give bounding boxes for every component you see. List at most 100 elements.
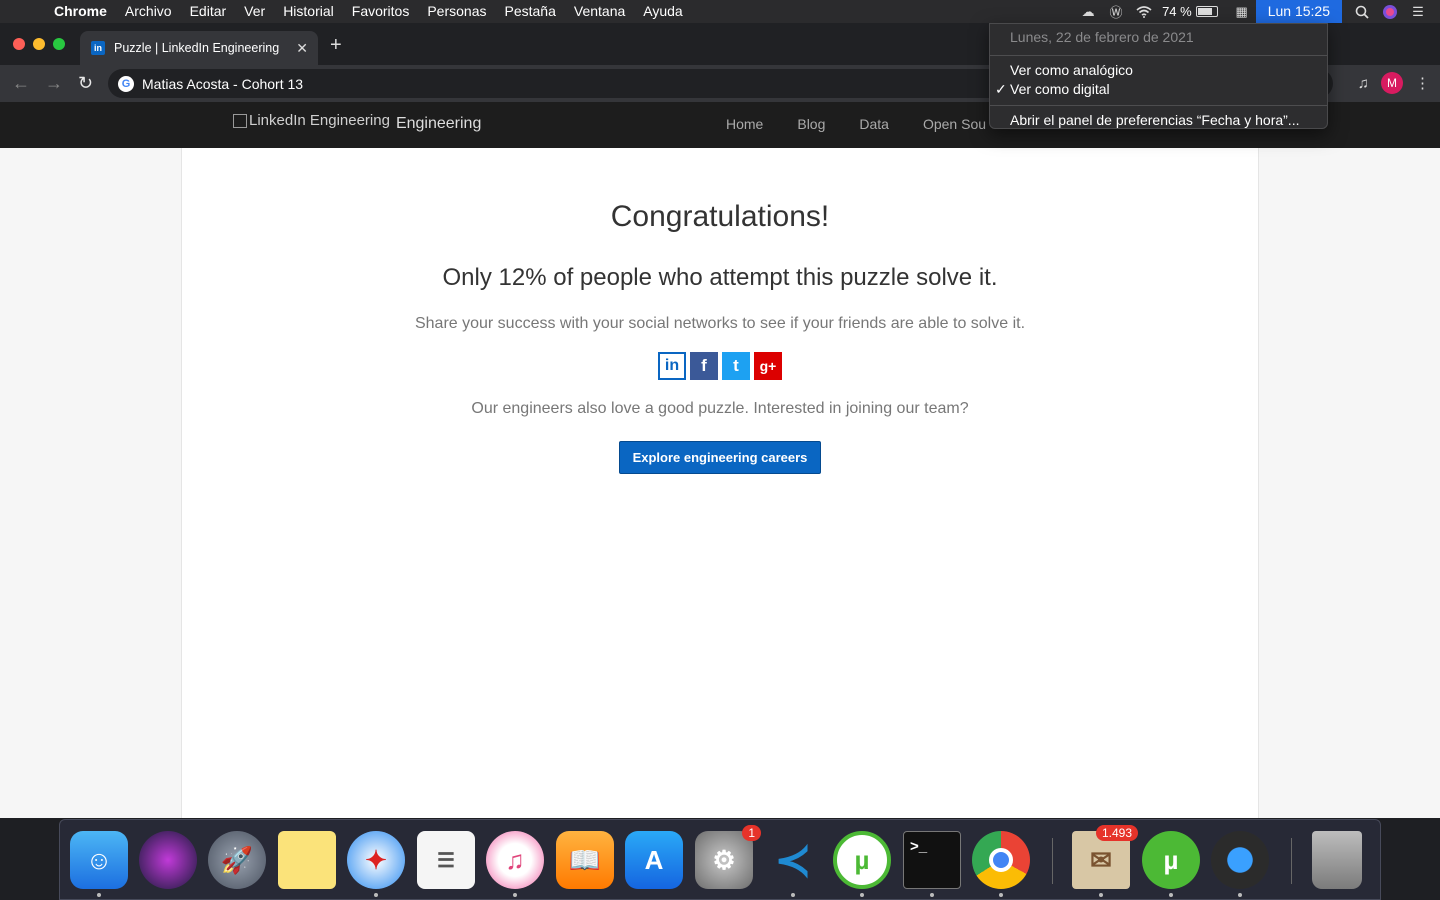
google-icon: G: [118, 75, 134, 92]
share-prompt: Share your success with your social netw…: [414, 315, 1026, 332]
menu-favoritos[interactable]: Favoritos: [343, 0, 419, 23]
nav-blog[interactable]: Blog: [797, 116, 825, 132]
terminal-icon[interactable]: >_: [903, 831, 961, 889]
menu-ventana[interactable]: Ventana: [565, 0, 634, 23]
keyboard-viewer-icon[interactable]: ▦: [1228, 0, 1256, 23]
wifi-icon[interactable]: [1130, 0, 1158, 23]
battery-icon[interactable]: [1195, 6, 1218, 17]
clock-dropdown-menu: Lunes, 22 de febrero de 2021 Ver como an…: [989, 23, 1328, 129]
notes-icon[interactable]: [278, 831, 336, 889]
nav-home[interactable]: Home: [726, 116, 763, 132]
running-indicator: [374, 893, 378, 897]
creative-cloud-icon[interactable]: ☁: [1074, 0, 1102, 23]
running-indicator: [791, 893, 795, 897]
finder-icon[interactable]: ☺: [70, 831, 128, 889]
menu-separator: [990, 105, 1327, 106]
tab-title: Puzzle | LinkedIn Engineering: [114, 41, 280, 55]
menu-editar[interactable]: Editar: [181, 0, 236, 23]
menu-item-digital[interactable]: ✓ Ver como digital: [990, 80, 1327, 99]
mail-icon[interactable]: ✉ 1.493: [1072, 825, 1138, 889]
chrome-window: in Puzzle | LinkedIn Engineering ✕ + ← →…: [0, 23, 1440, 818]
logo-suffix: Engineering: [395, 114, 482, 132]
notification-badge: 1: [742, 825, 761, 841]
utorrent-icon[interactable]: µ: [833, 831, 891, 889]
running-indicator: [930, 893, 934, 897]
tab-close-icon[interactable]: ✕: [296, 40, 308, 57]
menu-item-analog[interactable]: Ver como analógico: [990, 61, 1327, 80]
back-button[interactable]: ←: [12, 74, 30, 92]
join-team-text: Our engineers also love a good puzzle. I…: [471, 400, 969, 417]
solve-rate-text: Only 12% of people who attempt this puzz…: [442, 264, 998, 291]
running-indicator: [1169, 893, 1173, 897]
menu-separator: [990, 55, 1327, 56]
running-indicator: [97, 893, 101, 897]
music-icon[interactable]: ♫: [486, 831, 544, 889]
chrome-icon[interactable]: [972, 831, 1030, 889]
nav-data[interactable]: Data: [859, 116, 889, 132]
page-title: Congratulations!: [610, 200, 830, 233]
linkedin-share-icon[interactable]: in: [658, 352, 686, 380]
dock-divider: [1052, 838, 1053, 884]
macos-menubar: Chrome Archivo Editar Ver Historial Favo…: [0, 0, 1440, 23]
safari-icon[interactable]: ✦: [347, 831, 405, 889]
forward-button[interactable]: →: [45, 74, 63, 92]
running-indicator: [1238, 893, 1242, 897]
running-indicator: [999, 893, 1003, 897]
quicktime-icon[interactable]: [1211, 831, 1269, 889]
new-tab-button[interactable]: +: [330, 35, 342, 55]
reminders-icon[interactable]: ☰: [417, 831, 475, 889]
explore-careers-button[interactable]: Explore engineering careers: [618, 441, 822, 474]
menu-item-digital-label: Ver como digital: [1010, 81, 1110, 97]
app-store-icon[interactable]: A: [625, 831, 683, 889]
menu-ayuda[interactable]: Ayuda: [634, 0, 691, 23]
wordpress-icon[interactable]: Ⓦ: [1102, 0, 1130, 23]
menu-app-name[interactable]: Chrome: [54, 0, 116, 23]
menu-personas[interactable]: Personas: [418, 0, 495, 23]
menu-pestana[interactable]: Pestaña: [496, 0, 565, 23]
minimize-window-button[interactable]: [33, 38, 45, 50]
close-window-button[interactable]: [13, 38, 25, 50]
battery-percentage: 74 %: [1162, 4, 1192, 19]
trash-icon[interactable]: [1312, 831, 1362, 889]
menu-archivo[interactable]: Archivo: [116, 0, 181, 23]
media-control-icon[interactable]: ♫: [1358, 75, 1369, 92]
site-nav: Home Blog Data Open Sou: [726, 116, 986, 132]
menu-item-prefs-label: Abrir el panel de preferencias “Fecha y …: [1010, 112, 1300, 128]
notification-center-icon[interactable]: ☰: [1404, 0, 1432, 23]
dock-divider: [1291, 838, 1292, 884]
checkmark-icon: ✓: [995, 81, 1007, 97]
menu-ver[interactable]: Ver: [235, 0, 274, 23]
running-indicator: [513, 893, 517, 897]
vscode-icon[interactable]: ≺: [764, 831, 822, 889]
menu-item-analog-label: Ver como analógico: [1010, 62, 1133, 78]
reload-button[interactable]: ↻: [78, 74, 93, 92]
zoom-window-button[interactable]: [53, 38, 65, 50]
twitter-share-icon[interactable]: t: [722, 352, 750, 380]
logo-image-alt: LinkedIn Engineering: [233, 112, 390, 129]
tab-active[interactable]: in Puzzle | LinkedIn Engineering ✕: [80, 31, 318, 65]
nav-open-source[interactable]: Open Sou: [923, 116, 986, 132]
google-plus-share-icon[interactable]: g+: [754, 352, 782, 380]
menubar-clock[interactable]: Lun 15:25: [1255, 0, 1342, 23]
profile-avatar[interactable]: M: [1381, 72, 1403, 94]
menu-item-date-time-prefs[interactable]: Abrir el panel de preferencias “Fecha y …: [990, 111, 1327, 130]
main-content: Congratulations! Only 12% of people who …: [181, 148, 1259, 818]
siri-icon[interactable]: [1376, 0, 1404, 23]
books-icon[interactable]: 📖: [556, 831, 614, 889]
running-indicator: [860, 893, 864, 897]
siri-app-icon[interactable]: [139, 831, 197, 889]
utorrent-web-icon[interactable]: µ: [1142, 831, 1200, 889]
launchpad-icon[interactable]: 🚀: [208, 831, 266, 889]
facebook-share-icon[interactable]: f: [690, 352, 718, 380]
macos-dock: ☺ 🚀 ✦ ☰ ♫ 📖 A ⚙ 1 ≺ µ >_ ✉ 1.493 µ: [59, 819, 1381, 900]
omnibox-text[interactable]: Matias Acosta - Cohort 13: [142, 76, 303, 92]
spotlight-icon[interactable]: [1348, 0, 1376, 23]
chrome-menu-icon[interactable]: ⋮: [1415, 74, 1430, 92]
web-page: LinkedIn Engineering Engineering Home Bl…: [0, 102, 1440, 818]
menu-historial[interactable]: Historial: [274, 0, 343, 23]
site-logo[interactable]: LinkedIn Engineering Engineering: [233, 112, 481, 133]
linkedin-favicon-icon: in: [91, 41, 105, 55]
clock-menu-date: Lunes, 22 de febrero de 2021: [1010, 29, 1194, 45]
system-preferences-icon[interactable]: ⚙ 1: [695, 825, 761, 889]
running-indicator: [1099, 893, 1103, 897]
